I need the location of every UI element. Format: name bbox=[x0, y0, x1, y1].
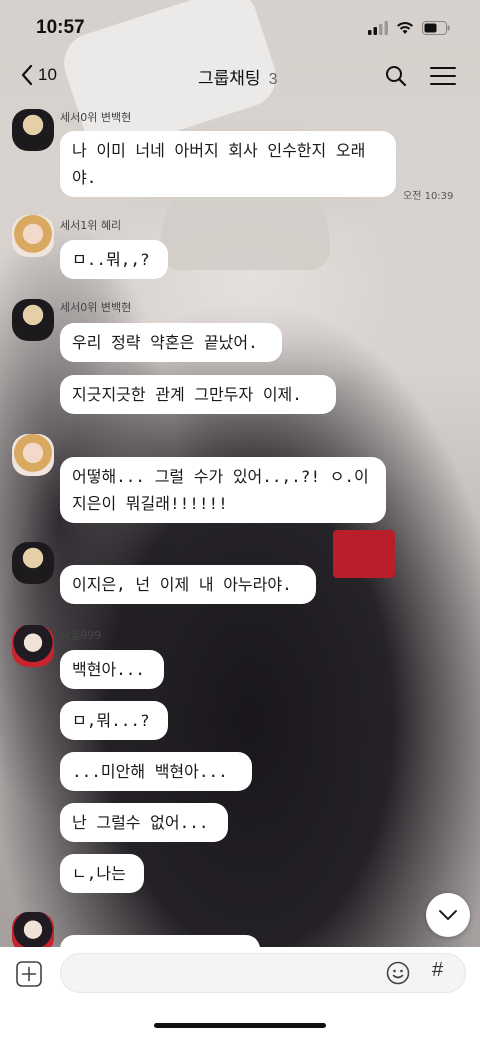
message-bubble[interactable]: ㅁ,뭐...? bbox=[60, 701, 168, 740]
sender-name: 세서0위 변백현 bbox=[60, 111, 132, 124]
home-indicator bbox=[154, 1023, 326, 1028]
avatar[interactable] bbox=[12, 542, 54, 584]
avatar[interactable] bbox=[12, 109, 54, 151]
wifi-icon bbox=[397, 22, 413, 34]
avatar[interactable] bbox=[12, 215, 54, 257]
message-timestamp: 오전 10:39 bbox=[403, 191, 454, 202]
unread-count: 10 bbox=[38, 65, 57, 84]
chat-title: 그룹채팅 bbox=[198, 69, 261, 89]
message-bubble[interactable]: ㄴ,나는 bbox=[60, 854, 144, 893]
avatar[interactable] bbox=[12, 625, 54, 667]
emoji-icon bbox=[386, 961, 410, 985]
search-icon bbox=[386, 66, 407, 87]
sender-name: 세서0위 변백현 bbox=[60, 301, 132, 314]
message-bubble[interactable]: 백현아... bbox=[60, 650, 164, 689]
message-bubble[interactable]: 난 그럴수 없어... bbox=[60, 803, 228, 842]
hamburger-menu-icon bbox=[430, 67, 456, 85]
message-bubble[interactable]: 어떻해... 그럴 수가 있어..,.?! ㅇ.이 지은이 뭐길래!!!!!! bbox=[60, 457, 386, 523]
attach-button[interactable] bbox=[16, 961, 42, 991]
hashtag-button[interactable]: # bbox=[432, 959, 443, 982]
avatar[interactable] bbox=[12, 299, 54, 341]
back-button[interactable]: 10 bbox=[20, 64, 57, 86]
member-count: 3 bbox=[268, 71, 278, 88]
chat-title-group[interactable]: 그룹채팅 3 bbox=[198, 64, 277, 89]
status-time: 10:57 bbox=[36, 17, 85, 38]
message-bubble[interactable]: 지긋지긋한 관계 그만두자 이제. bbox=[60, 375, 336, 414]
menu-button[interactable] bbox=[430, 66, 456, 90]
sender-name: 서열999 bbox=[60, 629, 102, 642]
emoji-button[interactable] bbox=[386, 961, 410, 989]
scroll-to-bottom-button[interactable] bbox=[426, 893, 470, 937]
status-icons bbox=[368, 21, 450, 35]
sender-name: 세서1위 혜리 bbox=[60, 219, 122, 232]
avatar[interactable] bbox=[12, 434, 54, 476]
wallpaper-emblem bbox=[333, 530, 395, 578]
signal-icon bbox=[368, 21, 388, 35]
status-bar: 10:57 bbox=[0, 0, 480, 56]
message-bubble[interactable]: 나 이미 너네 아버지 회사 인수한지 오래 야. bbox=[60, 131, 396, 197]
message-input-bar: # bbox=[0, 947, 480, 1038]
chevron-left-icon bbox=[21, 64, 33, 86]
chat-header: 10 그룹채팅 3 bbox=[0, 56, 480, 98]
message-bubble[interactable]: ㅁ..뭐,,? bbox=[60, 240, 168, 279]
plus-icon bbox=[16, 961, 42, 987]
chevron-down-icon bbox=[439, 910, 457, 920]
message-bubble[interactable]: 이지은, 넌 이제 내 아누라야. bbox=[60, 565, 316, 604]
search-button[interactable] bbox=[384, 64, 408, 92]
message-bubble[interactable]: 우리 정략 약혼은 끝났어. bbox=[60, 323, 282, 362]
battery-icon bbox=[422, 21, 450, 35]
message-bubble[interactable]: ...미안해 백현아... bbox=[60, 752, 252, 791]
